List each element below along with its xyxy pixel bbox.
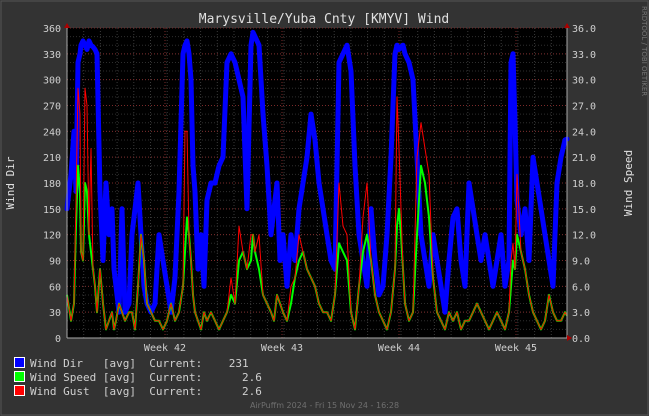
y-tick-label-left: 270 — [43, 102, 61, 113]
legend-current-label: Current: — [149, 371, 203, 384]
legend-label: Wind Speed [avg] — [30, 371, 136, 384]
y-tick-label-right: 18.0 — [572, 179, 596, 190]
y-tick-label-right: 27.0 — [572, 102, 596, 113]
x-tick-label: Week 42 — [144, 343, 186, 354]
rrdtool-watermark: RRDTOOL / TOBI OETIKER — [640, 6, 648, 96]
y-tick-label-right: 9.0 — [572, 257, 590, 268]
y-tick-label-left: 360 — [43, 24, 61, 35]
legend-item-wind-dir: Wind Dir [avg] Current: 231 — [14, 357, 249, 370]
y-tick-label-right: 0.0 — [572, 334, 590, 345]
legend-swatch-wind-dir — [14, 357, 25, 368]
legend-current-label: Current: — [149, 357, 203, 370]
y-axis-label-left: Wind Dir — [4, 156, 17, 209]
y-tick-label-right: 12.0 — [572, 231, 596, 242]
y-tick-label-left: 330 — [43, 50, 61, 61]
y-tick-label-right: 3.0 — [572, 308, 590, 319]
y-axis-label-right: Wind Speed — [622, 150, 635, 216]
y-tick-label-right: 6.0 — [572, 282, 590, 293]
y-tick-label-left: 120 — [43, 231, 61, 242]
y-tick-label-left: 210 — [43, 153, 61, 164]
wind-chart: 0 30 60 90 120 150 180 210 240 270 300 330 360 0.0 3.0… — [0, 0, 649, 416]
y-tick-label-left: 150 — [43, 205, 61, 216]
y-tick-label-right: 36.0 — [572, 24, 596, 35]
legend-label: Wind Dir [avg] — [30, 357, 136, 370]
y-tick-label-right: 15.0 — [572, 205, 596, 216]
legend-swatch-wind-gust — [14, 385, 25, 396]
y-tick-label-left: 240 — [43, 127, 61, 138]
y-tick-label-right: 24.0 — [572, 127, 596, 138]
legend-current-label: Current: — [149, 385, 203, 398]
y-tick-label-left: 30 — [49, 308, 61, 319]
legend-label: Wind Gust [avg] — [30, 385, 136, 398]
y-tick-label-left: 180 — [43, 179, 61, 190]
x-tick-label: Week 44 — [378, 343, 420, 354]
legend-swatch-wind-speed — [14, 371, 25, 382]
y-tick-label-left: 90 — [49, 257, 61, 268]
y-tick-label-right: 30.0 — [572, 76, 596, 87]
legend-item-wind-gust: Wind Gust [avg] Current: 2.6 — [14, 385, 262, 398]
chart-title: Marysville/Yuba Cnty [KMYV] Wind — [199, 12, 449, 27]
legend-current-value: 231 — [228, 357, 249, 370]
legend-item-wind-speed: Wind Speed [avg] Current: 2.6 — [14, 371, 262, 384]
legend-current-value: 2.6 — [241, 385, 262, 398]
footer-timestamp: AirPuffm 2024 - Fri 15 Nov 24 - 16:28 — [249, 401, 400, 410]
x-tick-label: Week 45 — [495, 343, 537, 354]
y-tick-label-right: 33.0 — [572, 50, 596, 61]
x-tick-label: Week 43 — [261, 343, 303, 354]
y-tick-label-left: 60 — [49, 282, 61, 293]
legend-current-value: 2.6 — [241, 371, 262, 384]
y-tick-label-right: 21.0 — [572, 153, 596, 164]
y-tick-label-left: 0 — [55, 334, 61, 345]
y-tick-label-left: 300 — [43, 76, 61, 87]
